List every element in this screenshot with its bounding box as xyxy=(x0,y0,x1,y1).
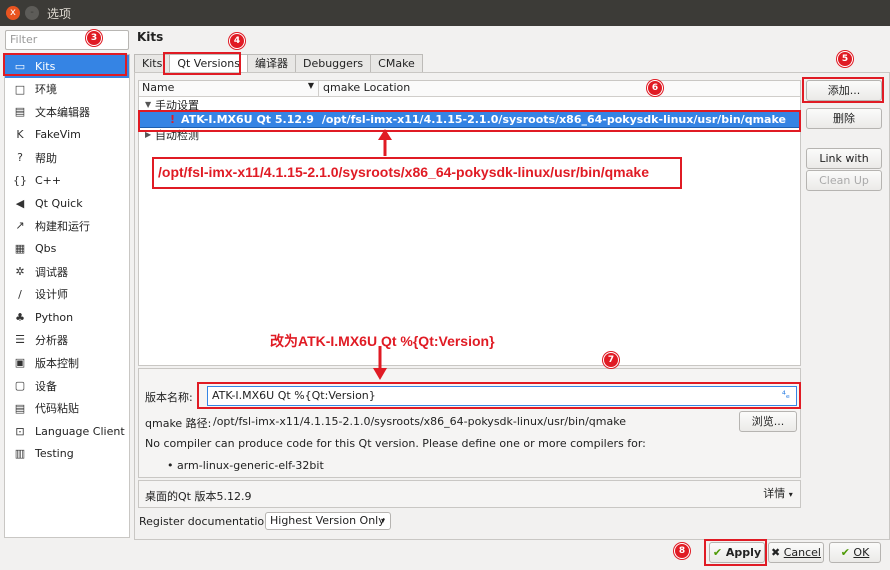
annotation-badge-3: 3 xyxy=(86,30,102,46)
annotation-arrows xyxy=(373,129,392,380)
annotation-badge-5: 5 xyxy=(837,51,853,67)
annotation-badge-8: 8 xyxy=(674,543,690,559)
annotation-badge-7: 7 xyxy=(603,352,619,368)
arrow-up-head xyxy=(378,129,392,140)
arrow-down-head xyxy=(373,368,387,380)
annotation-rename-note: 改为ATK-I.MX6U Qt %{Qt:Version} xyxy=(270,333,495,349)
annotation-badge-6: 6 xyxy=(647,80,663,96)
annotation-badge-4: 4 xyxy=(229,33,245,49)
